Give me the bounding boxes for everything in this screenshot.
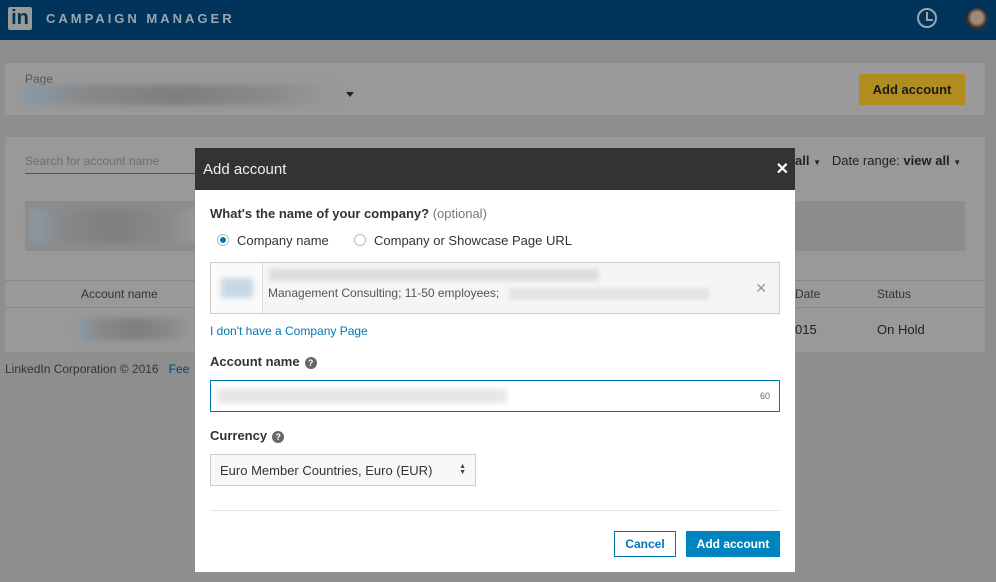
help-icon[interactable]: ? <box>272 431 285 443</box>
column-date[interactable]: Date <box>795 287 820 301</box>
app-title: CAMPAIGN MANAGER <box>46 11 235 26</box>
company-question: What's the name of your company? (option… <box>210 206 487 221</box>
footer: LinkedIn Corporation © 2016 Fee <box>5 362 189 376</box>
add-account-button[interactable]: Add account <box>859 74 965 105</box>
dialog-title: Add account <box>195 148 795 190</box>
select-arrows-icon: ▲ ▼ <box>459 463 466 476</box>
cancel-button[interactable]: Cancel <box>614 531 676 557</box>
row-status: On Hold <box>877 322 925 337</box>
page-selector[interactable]: Page <box>5 63 985 115</box>
filters: all ▼ Date range: view all ▼ <box>795 153 962 168</box>
no-company-page-link[interactable]: I don't have a Company Page <box>210 324 368 338</box>
search-input[interactable]: Search for account name <box>25 154 200 174</box>
char-count: 60 <box>759 391 770 401</box>
submit-add-account-button[interactable]: Add account <box>686 531 780 557</box>
page-label: Page <box>25 72 54 86</box>
filter-value[interactable]: all <box>795 153 809 168</box>
radio-company-name[interactable]: Company name <box>217 233 329 248</box>
date-range-value[interactable]: view all <box>903 153 949 168</box>
avatar[interactable] <box>966 8 988 30</box>
add-account-dialog: Add account ✕ What's the name of your co… <box>195 148 795 572</box>
chevron-down-icon[interactable] <box>346 92 354 97</box>
top-bar: in CAMPAIGN MANAGER <box>0 0 996 40</box>
account-name-label: Account name? <box>210 354 317 369</box>
column-account-name[interactable]: Account name <box>81 287 158 301</box>
date-range-label: Date range: <box>831 153 900 168</box>
linkedin-logo[interactable]: in <box>8 7 32 30</box>
clear-company-icon[interactable]: ✕ <box>755 280 767 297</box>
row-date: 015 <box>795 322 817 337</box>
radio-company-url[interactable]: Company or Showcase Page URL <box>354 233 572 248</box>
currency-label: Currency? <box>210 428 285 443</box>
feedback-link[interactable]: Fee <box>169 362 190 376</box>
close-icon[interactable]: ✕ <box>776 159 789 179</box>
selected-company: Management Consulting; 11-50 employees; … <box>210 262 780 314</box>
company-details: Management Consulting; 11-50 employees; <box>268 286 500 300</box>
company-logo <box>211 263 263 313</box>
currency-select[interactable]: Euro Member Countries, Euro (EUR) ▲ ▼ <box>210 454 476 486</box>
clock-icon[interactable] <box>917 8 937 28</box>
account-name-blurred <box>78 318 193 340</box>
help-icon[interactable]: ? <box>304 357 317 369</box>
page-value-blurred <box>23 85 333 105</box>
copyright: LinkedIn Corporation © 2016 <box>5 362 159 376</box>
company-name-blurred <box>269 269 599 281</box>
account-name-input[interactable]: 60 <box>210 380 780 412</box>
column-status[interactable]: Status <box>877 287 911 301</box>
